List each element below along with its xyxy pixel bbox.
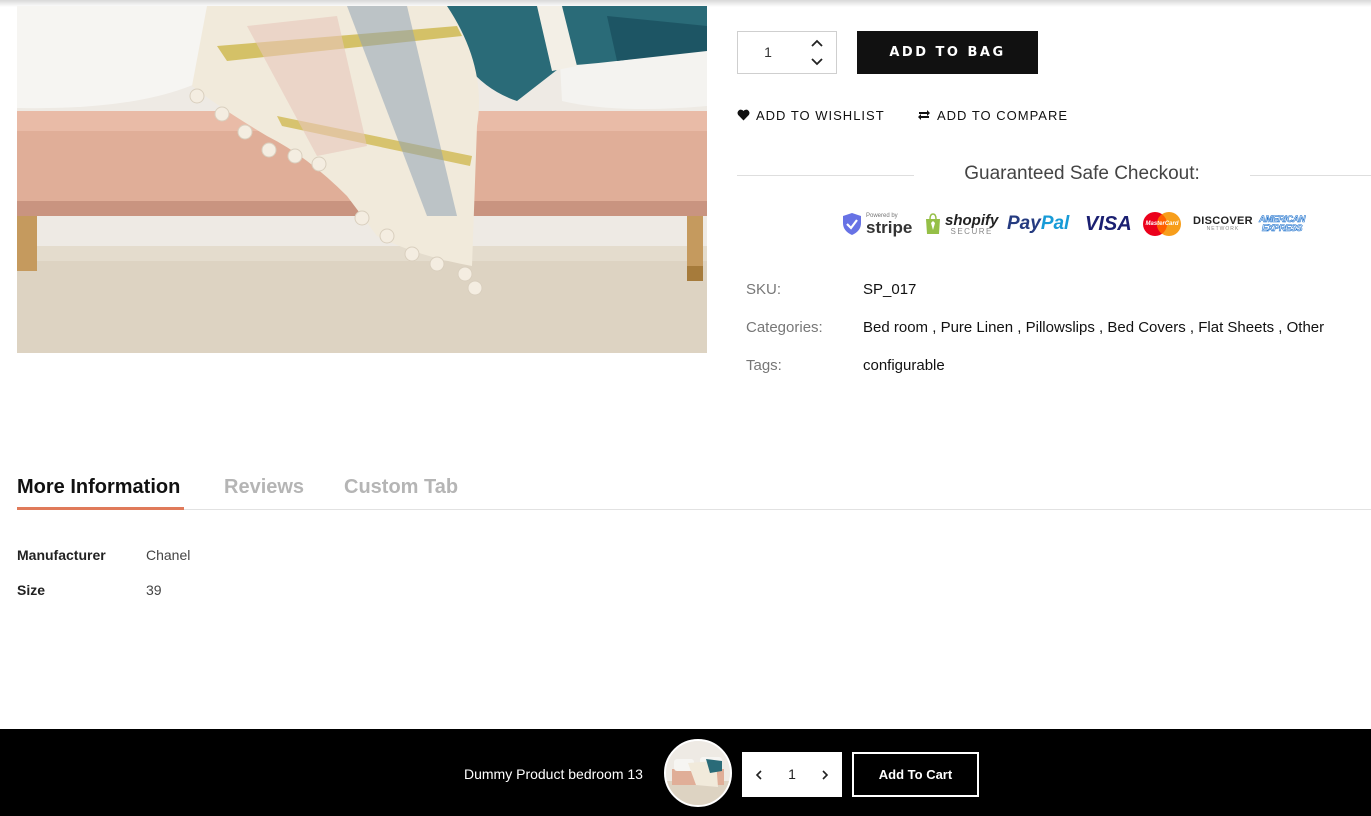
amex-logo: AMERICAN EXPRESS	[1259, 208, 1306, 240]
sku-value: SP_017	[863, 281, 917, 298]
product-photo	[17, 6, 707, 353]
checkout-divider-right	[1250, 175, 1371, 176]
category-link-other[interactable]: Other	[1287, 319, 1325, 336]
sticky-add-to-cart-button[interactable]: Add To Cart	[852, 752, 979, 797]
shopify-bag-icon	[926, 213, 940, 234]
visa-logo: VISA	[1085, 212, 1132, 235]
sku-label: SKU:	[746, 281, 782, 298]
sticky-add-to-cart-bar: Dummy Product bedroom 13 1 Add To Cart	[0, 729, 1371, 816]
mastercard-text: MasterCard	[1145, 221, 1179, 227]
tab-reviews[interactable]: Reviews	[224, 476, 304, 499]
category-link-bed-covers[interactable]: Bed Covers	[1107, 319, 1185, 336]
sticky-decrease-icon[interactable]	[742, 752, 776, 797]
manufacturer-label: Manufacturer	[17, 547, 106, 563]
amex-express-text: EXPRESS	[1261, 223, 1303, 233]
tab-more-information[interactable]: More Information	[17, 476, 180, 499]
shopify-text: shopify	[945, 211, 999, 229]
tab-custom-tab[interactable]: Custom Tab	[344, 476, 458, 499]
sticky-increase-icon[interactable]	[808, 752, 842, 797]
manufacturer-value: Chanel	[146, 547, 191, 563]
sticky-quantity-stepper[interactable]: 1	[742, 752, 842, 797]
quantity-decrease-icon[interactable]	[808, 54, 826, 70]
thumbnail-photo	[666, 741, 730, 805]
tabs-divider	[17, 509, 1371, 510]
category-link-flat-sheets[interactable]: Flat Sheets	[1198, 319, 1274, 336]
category-link-bed-room[interactable]: Bed room	[863, 319, 928, 336]
tag-link-configurable[interactable]: configurable	[863, 357, 945, 374]
size-label: Size	[17, 582, 46, 598]
discover-logo: DISCOVER NETWORK	[1193, 208, 1253, 240]
shopify-secure-text: SECURE	[950, 226, 993, 236]
compare-label: ADD TO COMPARE	[937, 107, 1069, 123]
discover-network-text: NETWORK	[1206, 226, 1240, 232]
payment-logos: Powered by stripe shopify SECURE Pay Pal …	[842, 208, 1322, 240]
checkout-divider-left	[737, 175, 914, 176]
sticky-product-name: Dummy Product bedroom 13	[464, 766, 643, 782]
stripe-logo: Powered by stripe	[842, 208, 912, 240]
quantity-input[interactable]: 1	[738, 32, 798, 73]
add-to-wishlist-link[interactable]: ADD TO WISHLIST	[737, 106, 885, 124]
active-tab-indicator	[17, 507, 184, 510]
paypal-logo: Pay Pal	[1007, 208, 1069, 240]
add-to-bag-button[interactable]: ADD TO BAG	[857, 31, 1038, 74]
quantity-stepper[interactable]: 1	[737, 31, 837, 74]
category-link-pure-linen[interactable]: Pure Linen	[941, 319, 1014, 336]
wishlist-label: ADD TO WISHLIST	[756, 107, 885, 123]
categories-label: Categories:	[746, 319, 823, 336]
compare-icon	[918, 110, 930, 120]
tags-label: Tags:	[746, 357, 782, 374]
mastercard-logo: MasterCard	[1141, 208, 1183, 240]
stripe-text: stripe	[866, 217, 913, 237]
categories-list: Bed room , Pure Linen , Pillowslips , Be…	[863, 319, 1325, 336]
shield-check-icon	[843, 213, 861, 235]
paypal-pal-text: Pal	[1040, 213, 1070, 234]
product-image[interactable]	[17, 6, 707, 353]
sticky-product-thumbnail	[664, 739, 732, 807]
category-link-pillowslips[interactable]: Pillowslips	[1026, 319, 1095, 336]
shopify-logo: shopify SECURE	[924, 208, 998, 240]
sticky-quantity-input[interactable]: 1	[776, 752, 808, 797]
add-to-compare-link[interactable]: ADD TO COMPARE	[917, 106, 1068, 124]
heart-icon	[737, 109, 750, 121]
quantity-increase-icon[interactable]	[808, 35, 826, 51]
size-value: 39	[146, 582, 162, 598]
checkout-title: Guaranteed Safe Checkout:	[964, 163, 1200, 184]
paypal-pay-text: Pay	[1007, 213, 1041, 234]
